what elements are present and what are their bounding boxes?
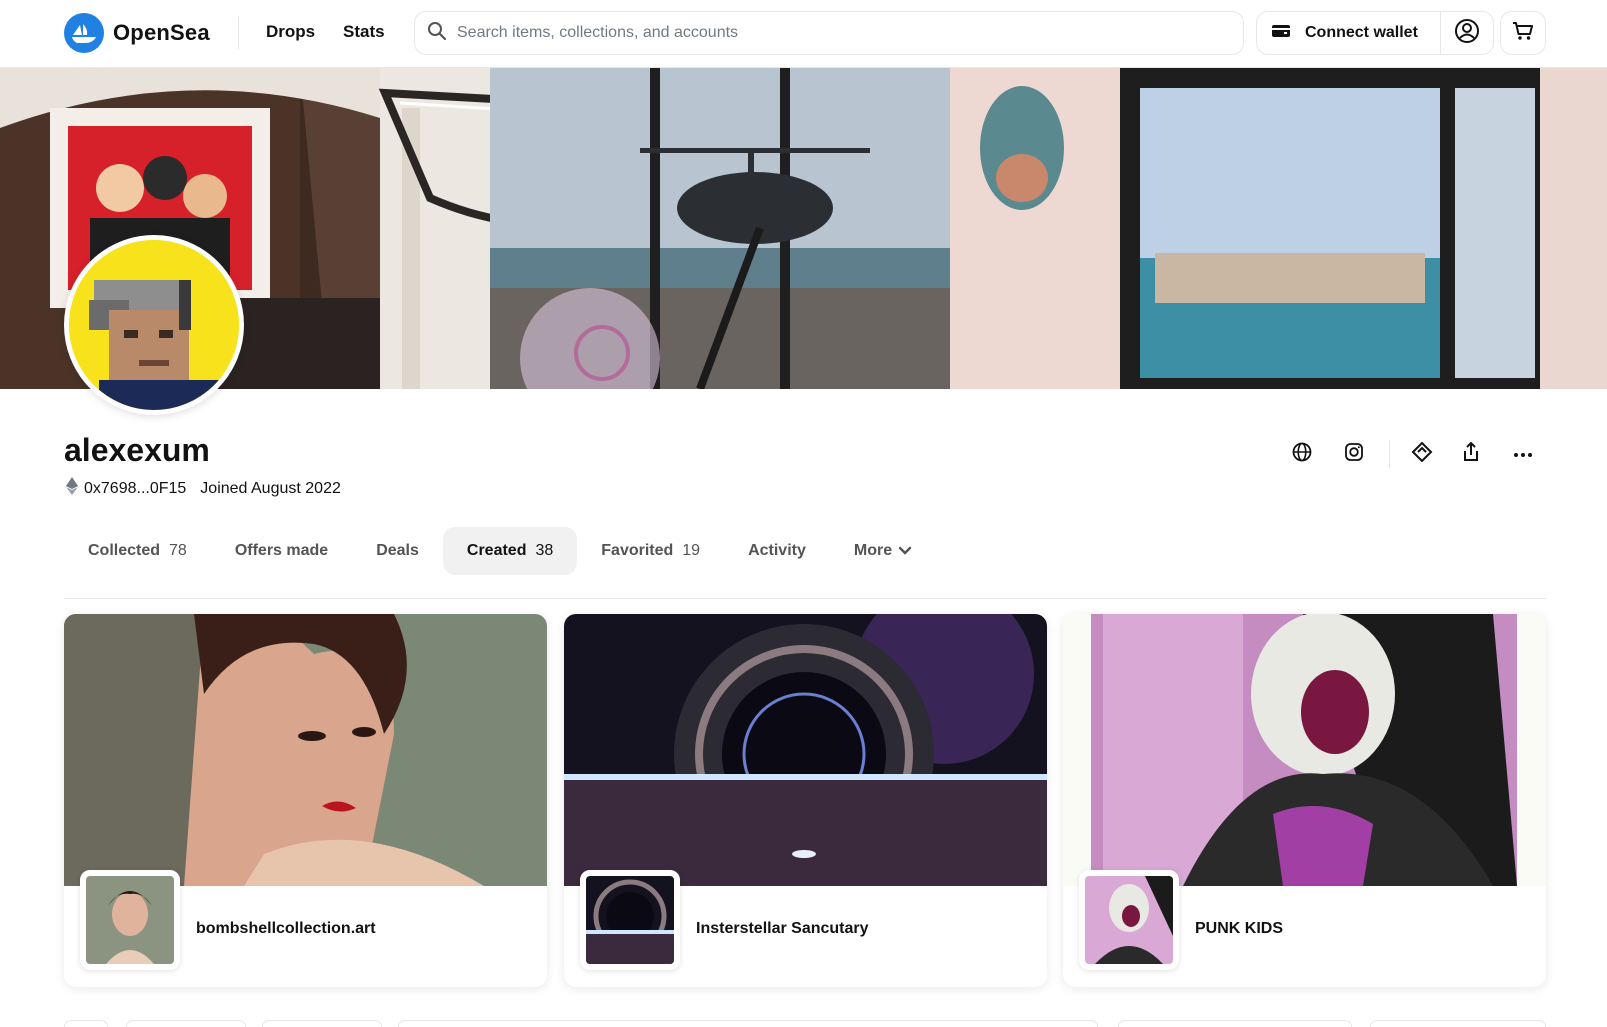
view-toggle[interactable] [1370,1020,1546,1027]
tab-label: Collected [88,542,161,559]
tab-offers-made[interactable]: Offers made [211,527,352,575]
brand-name: OpenSea [113,20,210,45]
sort-dropdown[interactable] [1118,1020,1352,1027]
collection-thumbnail [80,870,180,970]
item-search-input[interactable] [398,1020,1098,1027]
chevron-down-icon [898,546,912,556]
tab-label: Created [466,542,527,559]
share-icon [1462,441,1480,467]
wallet-address[interactable]: 0x7698...0F15 [84,480,186,498]
tab-deals[interactable]: Deals [352,527,443,575]
profile-username: alexexum [64,432,210,468]
more-dots-icon [1513,445,1533,463]
wallet-group: Connect wallet [1256,11,1494,55]
tab-label: Activity [748,542,806,559]
tab-count: 38 [535,542,554,559]
collection-banner [64,614,547,886]
collection-name: Insterstellar Sancutary [696,920,869,937]
collection-name: bombshellcollection.art [196,920,376,937]
ethereum-icon [66,477,78,500]
account-icon [1454,18,1480,49]
filter-button[interactable] [64,1020,108,1027]
profile-meta: 0x7698...0F15 Joined August 2022 [66,477,341,500]
collection-banner [1063,614,1546,886]
tab-label: Offers made [234,542,329,559]
tab-favorited[interactable]: Favorited 19 [577,527,724,575]
collection-thumbnail [580,870,680,970]
collection-banner [564,614,1047,886]
nav-drops[interactable]: Drops [266,22,315,42]
globe-icon [1292,442,1312,467]
collection-card[interactable]: bombshellcollection.art [64,614,547,987]
collection-card[interactable]: PUNK KIDS [1063,614,1546,987]
tab-created[interactable]: Created 38 [442,527,578,575]
connect-wallet-button[interactable]: Connect wallet [1257,12,1441,54]
opensea-logo-icon [64,13,104,53]
nav-stats[interactable]: Stats [343,22,385,42]
tab-count: 78 [169,542,187,559]
collection-card[interactable]: Insterstellar Sancutary [564,614,1047,987]
chain-filter[interactable] [262,1020,382,1027]
more-options-button[interactable] [1505,436,1541,472]
tab-collected[interactable]: Collected 78 [64,527,211,575]
cart-icon [1512,20,1534,47]
tab-label: Deals [376,542,419,559]
search-bar[interactable] [414,11,1244,55]
search-icon [427,21,447,46]
connect-wallet-label: Connect wallet [1305,24,1418,41]
top-navbar: OpenSea Drops Stats Connect wallet [0,0,1607,68]
cart-button[interactable] [1500,11,1546,55]
instagram-icon [1344,442,1364,467]
tabs-divider [64,598,1546,599]
search-input[interactable] [457,24,1217,42]
status-filter[interactable] [126,1020,246,1027]
account-button[interactable] [1441,12,1493,54]
header-divider [238,17,239,49]
tab-label: More [853,542,893,559]
share-button[interactable] [1453,436,1489,472]
tab-activity[interactable]: Activity [724,527,830,575]
instagram-link[interactable] [1336,436,1372,472]
collection-thumbnail [1079,870,1179,970]
social-divider [1389,440,1390,468]
collection-name: PUNK KIDS [1195,920,1284,937]
wallet-icon [1271,23,1291,44]
profile-tabs: Collected 78 Offers made Deals Created 3… [64,527,936,575]
tab-more[interactable]: More [830,527,936,575]
tab-count: 19 [682,542,701,559]
opensea-logo[interactable]: OpenSea [64,13,210,53]
website-link[interactable] [1284,436,1320,472]
tab-label: Favorited [601,542,674,559]
foundation-icon [1411,441,1433,467]
profile-avatar[interactable] [64,235,244,415]
foundation-link[interactable] [1404,436,1440,472]
joined-date: Joined August 2022 [200,479,341,497]
